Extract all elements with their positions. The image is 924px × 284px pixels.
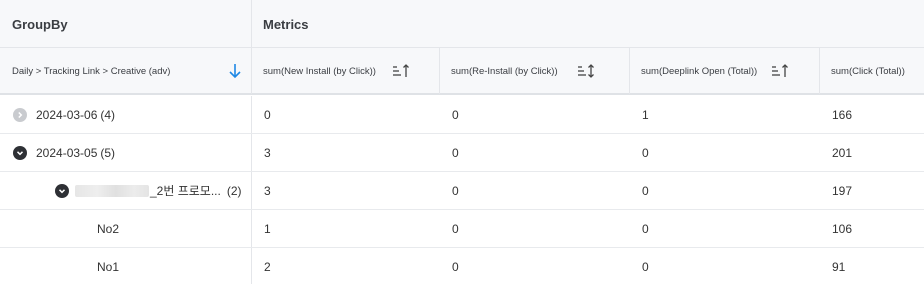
re-install-column-header[interactable]: sum(Re-Install (by Click))	[440, 48, 630, 94]
metric-cell: 2	[264, 259, 271, 274]
chevron-right-icon[interactable]	[13, 107, 27, 122]
new-install-header-label: sum(New Install (by Click))	[263, 65, 376, 77]
metric-cell: 0	[452, 107, 459, 122]
metric-cell: 1	[642, 107, 649, 122]
row-label: 2024-03-05	[36, 145, 98, 160]
deeplink-open-header-label: sum(Deeplink Open (Total))	[641, 65, 758, 77]
metric-cell: 106	[832, 221, 853, 236]
metric-cell: 0	[452, 259, 459, 274]
column-header-row: Daily > Tracking Link > Creative (adv) s…	[0, 48, 924, 95]
row-count: (5)	[100, 145, 116, 160]
groupby-cell: No2	[0, 210, 252, 247]
click-total-column-header[interactable]: sum(Click (Total))	[820, 48, 924, 94]
metrics-header: Metrics	[263, 16, 309, 32]
metric-cell: 0	[642, 221, 649, 236]
metric-cell: 0	[264, 107, 271, 122]
metric-cell: 0	[452, 145, 459, 160]
chevron-down-icon[interactable]	[13, 145, 27, 160]
metric-cell: 197	[832, 183, 853, 198]
row-label: No2	[97, 221, 120, 236]
metric-cell: 0	[452, 221, 459, 236]
redacted-text	[75, 184, 149, 197]
row-label: _2번 프로모...	[150, 184, 221, 198]
table-row[interactable]: 2024-03-05 (5) 3 0 0 201	[0, 134, 924, 172]
new-install-column-header[interactable]: sum(New Install (by Click))	[252, 48, 440, 94]
metric-cell: 201	[832, 145, 853, 160]
arrow-down-icon[interactable]	[227, 62, 243, 80]
sort-toggle-icon[interactable]	[577, 64, 595, 78]
row-count: (4)	[100, 107, 116, 122]
metric-cell: 0	[452, 183, 459, 198]
groupby-cell: No1	[0, 248, 252, 284]
metric-cell: 166	[832, 107, 853, 122]
sort-toggle-icon[interactable]	[771, 64, 789, 78]
groupby-header: GroupBy	[0, 0, 252, 48]
row-label: 2024-03-06	[36, 107, 98, 122]
deeplink-open-column-header[interactable]: sum(Deeplink Open (Total))	[630, 48, 820, 94]
groupby-path-label: Daily > Tracking Link > Creative (adv)	[12, 65, 171, 77]
table-row[interactable]: No1 2 0 0 91	[0, 248, 924, 284]
groupby-cell: _2번 프로모... (2)	[0, 172, 252, 209]
click-total-header-label: sum(Click (Total))	[831, 65, 905, 77]
metric-cell: 3	[264, 145, 271, 160]
sort-toggle-icon[interactable]	[392, 64, 410, 78]
group-header-row: GroupBy Metrics	[0, 0, 924, 48]
row-label: No1	[97, 259, 120, 274]
metric-cell: 0	[642, 145, 649, 160]
metric-cell: 1	[264, 221, 271, 236]
metric-cell: 3	[264, 183, 271, 198]
row-count: (2)	[226, 183, 242, 198]
metric-cell: 0	[642, 183, 649, 198]
groupby-cell: 2024-03-06 (4)	[0, 96, 252, 133]
groupby-cell: 2024-03-05 (5)	[0, 134, 252, 171]
table-row[interactable]: _2번 프로모... (2) 3 0 0 197	[0, 172, 924, 210]
chevron-down-icon[interactable]	[55, 183, 69, 198]
table-row[interactable]: 2024-03-06 (4) 0 0 1 166	[0, 96, 924, 134]
table-row[interactable]: No2 1 0 0 106	[0, 210, 924, 248]
groupby-path-column-header[interactable]: Daily > Tracking Link > Creative (adv)	[0, 48, 252, 94]
metric-cell: 0	[642, 259, 649, 274]
metric-cell: 91	[832, 259, 846, 274]
re-install-header-label: sum(Re-Install (by Click))	[451, 65, 558, 77]
